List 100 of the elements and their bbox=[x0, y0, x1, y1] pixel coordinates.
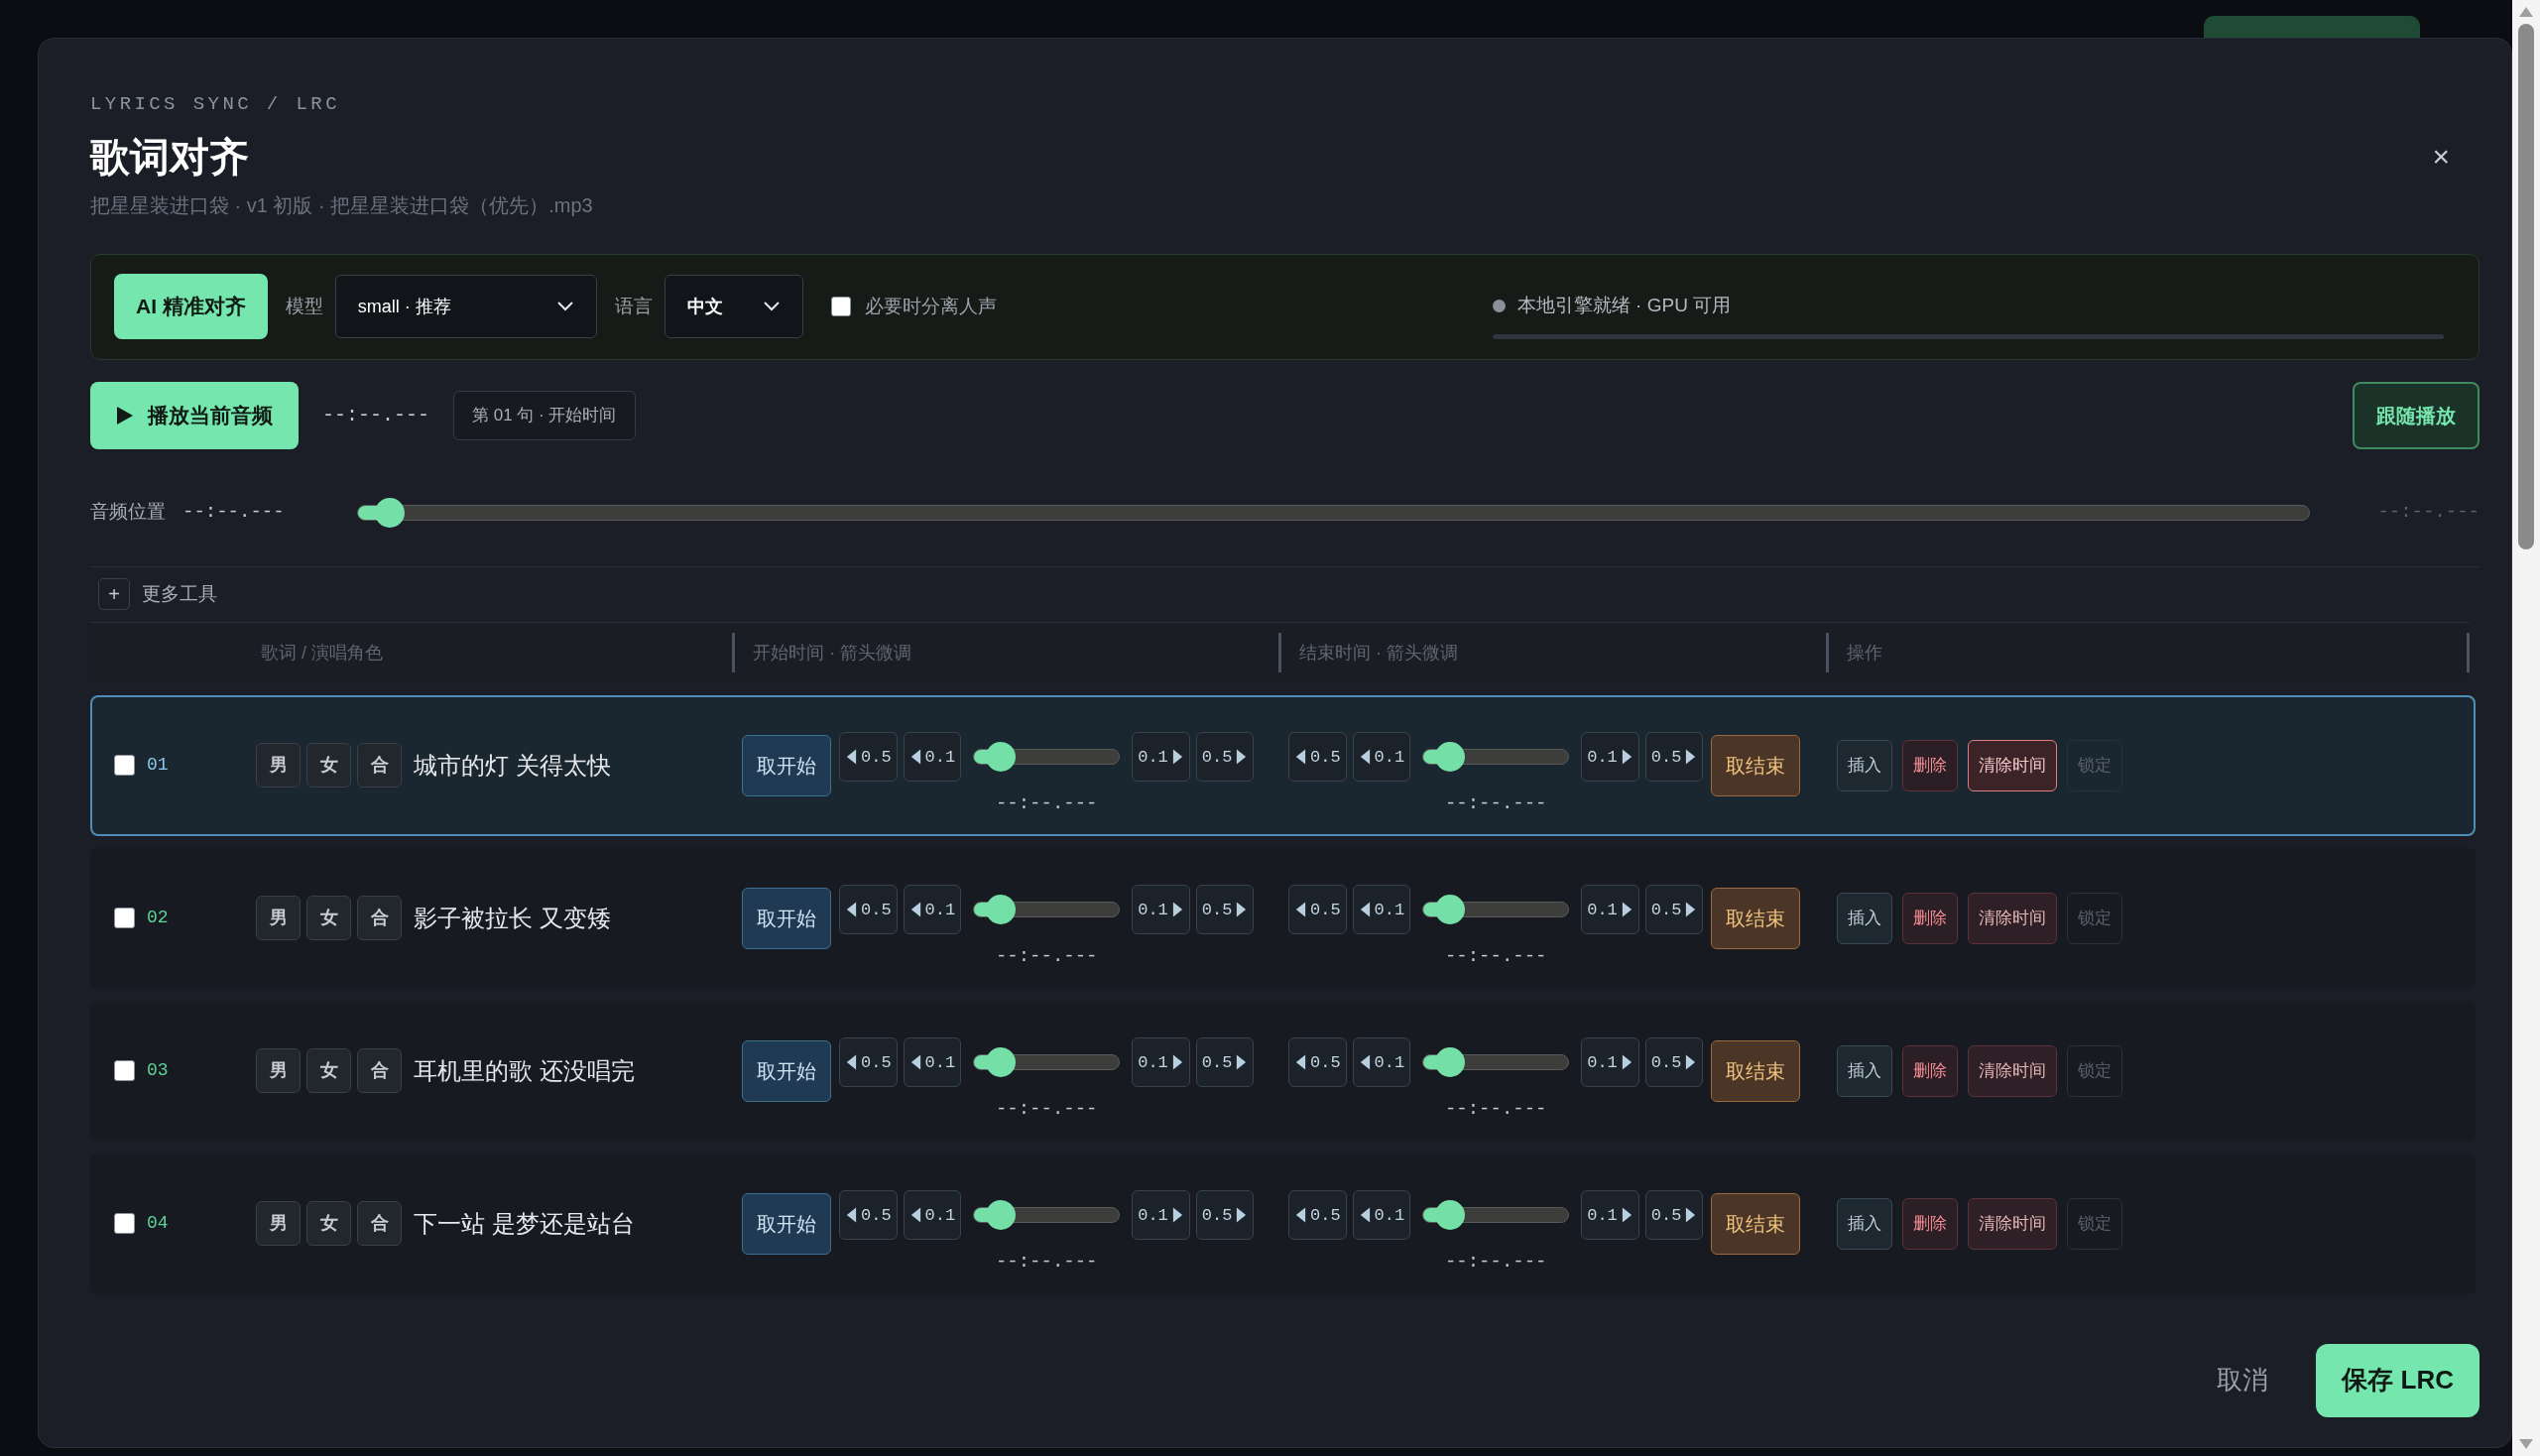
nudge-button[interactable]: 0.5 bbox=[1288, 885, 1347, 935]
clear-time-button[interactable]: 清除时间 bbox=[1968, 1044, 2057, 1097]
nudge-button[interactable]: 0.5 bbox=[1288, 1190, 1347, 1241]
nudge-button[interactable]: 0.1 bbox=[1581, 885, 1639, 935]
role-button[interactable]: 男 bbox=[256, 1201, 301, 1246]
take-start-button[interactable]: 取开始 bbox=[742, 734, 831, 796]
nudge-button[interactable]: 0.1 bbox=[903, 732, 962, 783]
role-button[interactable]: 合 bbox=[357, 1201, 402, 1246]
slider-thumb[interactable] bbox=[1435, 1200, 1465, 1231]
row-checkbox[interactable] bbox=[114, 1060, 135, 1081]
nudge-button[interactable]: 0.5 bbox=[1644, 1037, 1704, 1088]
clear-time-button[interactable]: 清除时间 bbox=[1968, 739, 2057, 791]
nudge-button[interactable]: 0.5 bbox=[839, 1190, 898, 1241]
nudge-button[interactable]: 0.1 bbox=[1352, 1190, 1411, 1241]
role-button[interactable]: 合 bbox=[357, 743, 402, 788]
clear-time-button[interactable]: 清除时间 bbox=[1968, 892, 2057, 944]
time-readout: --:--.--- bbox=[995, 944, 1098, 970]
nudge-button[interactable]: 0.1 bbox=[1352, 732, 1411, 783]
nudge-button[interactable]: 0.1 bbox=[903, 1190, 962, 1241]
nudge-button[interactable]: 0.1 bbox=[1352, 885, 1411, 935]
nudge-button[interactable]: 0.1 bbox=[1581, 732, 1639, 783]
row-checkbox[interactable] bbox=[114, 755, 135, 776]
nudge-button[interactable]: 0.1 bbox=[1581, 1190, 1639, 1241]
slider[interactable] bbox=[357, 497, 2311, 528]
nudge-button[interactable]: 0.1 bbox=[1132, 885, 1190, 935]
play-audio-button[interactable]: 播放当前音频 bbox=[90, 381, 299, 449]
slider[interactable] bbox=[1422, 1200, 1570, 1231]
insert-button[interactable]: 插入 bbox=[1837, 892, 1892, 944]
nudge-button[interactable]: 0.1 bbox=[1132, 1037, 1190, 1088]
nudge-button[interactable]: 0.5 bbox=[1195, 885, 1255, 935]
take-start-button[interactable]: 取开始 bbox=[742, 1039, 831, 1102]
slider-thumb[interactable] bbox=[1435, 895, 1465, 925]
slider-thumb[interactable] bbox=[986, 1047, 1016, 1078]
slider[interactable] bbox=[973, 1047, 1121, 1078]
slider[interactable] bbox=[1422, 895, 1570, 925]
nudge-button[interactable]: 0.5 bbox=[1195, 732, 1255, 783]
save-lrc-button[interactable]: 保存 LRC bbox=[2316, 1343, 2480, 1417]
nudge-button[interactable]: 0.5 bbox=[1195, 1037, 1255, 1088]
slider-thumb[interactable] bbox=[1435, 1047, 1465, 1078]
role-button[interactable]: 女 bbox=[306, 896, 351, 940]
take-start-button[interactable]: 取开始 bbox=[742, 887, 831, 949]
insert-button[interactable]: 插入 bbox=[1837, 739, 1892, 791]
nudge-button[interactable]: 0.5 bbox=[839, 1037, 898, 1088]
scrollbar-thumb[interactable] bbox=[2518, 24, 2534, 549]
role-button[interactable]: 合 bbox=[357, 896, 402, 940]
take-end-button[interactable]: 取结束 bbox=[1711, 887, 1801, 949]
slider[interactable] bbox=[1422, 742, 1570, 773]
nudge-button[interactable]: 0.5 bbox=[1644, 1190, 1704, 1241]
role-button[interactable]: 男 bbox=[256, 743, 301, 788]
slider[interactable] bbox=[1422, 1047, 1570, 1078]
insert-button[interactable]: 插入 bbox=[1837, 1044, 1892, 1097]
take-end-button[interactable]: 取结束 bbox=[1711, 1039, 1801, 1102]
close-button[interactable]: × bbox=[2432, 142, 2450, 172]
nudge-button[interactable]: 0.1 bbox=[1132, 1190, 1190, 1241]
nudge-button[interactable]: 0.1 bbox=[903, 885, 962, 935]
nudge-button[interactable]: 0.5 bbox=[1644, 732, 1704, 783]
role-button[interactable]: 男 bbox=[256, 896, 301, 940]
slider[interactable] bbox=[973, 895, 1121, 925]
role-button[interactable]: 男 bbox=[256, 1048, 301, 1093]
time-readout: --:--.--- bbox=[995, 1250, 1098, 1275]
nudge-button[interactable]: 0.5 bbox=[1288, 732, 1347, 783]
slider[interactable] bbox=[973, 1200, 1121, 1231]
slider[interactable] bbox=[973, 742, 1121, 773]
slider-thumb[interactable] bbox=[986, 895, 1016, 925]
more-tools-icon[interactable]: + bbox=[98, 578, 130, 610]
slider-thumb[interactable] bbox=[374, 497, 405, 528]
slider-thumb[interactable] bbox=[1435, 742, 1465, 773]
nudge-button[interactable]: 0.1 bbox=[1132, 732, 1190, 783]
take-end-button[interactable]: 取结束 bbox=[1711, 734, 1801, 796]
role-button[interactable]: 女 bbox=[306, 1048, 351, 1093]
take-start-button[interactable]: 取开始 bbox=[742, 1192, 831, 1255]
nudge-button[interactable]: 0.5 bbox=[1288, 1037, 1347, 1088]
nudge-button[interactable]: 0.1 bbox=[1581, 1037, 1639, 1088]
role-button[interactable]: 女 bbox=[306, 1201, 351, 1246]
ai-align-button[interactable]: AI 精准对齐 bbox=[114, 274, 268, 339]
row-checkbox[interactable] bbox=[114, 908, 135, 928]
nudge-button[interactable]: 0.1 bbox=[1352, 1037, 1411, 1088]
role-button[interactable]: 女 bbox=[306, 743, 351, 788]
nudge-button[interactable]: 0.5 bbox=[839, 885, 898, 935]
nudge-button[interactable]: 0.1 bbox=[903, 1037, 962, 1088]
slider-thumb[interactable] bbox=[986, 1200, 1016, 1231]
clear-time-button[interactable]: 清除时间 bbox=[1968, 1197, 2057, 1250]
model-select[interactable]: small · 推荐 bbox=[334, 275, 597, 338]
row-checkbox[interactable] bbox=[114, 1213, 135, 1234]
take-end-button[interactable]: 取结束 bbox=[1711, 1192, 1801, 1255]
insert-button[interactable]: 插入 bbox=[1837, 1197, 1892, 1250]
nudge-button[interactable]: 0.5 bbox=[1195, 1190, 1255, 1241]
language-select[interactable]: 中文 bbox=[664, 275, 803, 338]
role-button[interactable]: 合 bbox=[357, 1048, 402, 1093]
vocals-checkbox[interactable] bbox=[830, 297, 851, 316]
cancel-button[interactable]: 取消 bbox=[2217, 1361, 2269, 1400]
delete-button[interactable]: 删除 bbox=[1902, 892, 1958, 944]
slider-thumb[interactable] bbox=[986, 742, 1016, 773]
follow-playback-button[interactable]: 跟随播放 bbox=[2353, 381, 2480, 449]
delete-button[interactable]: 删除 bbox=[1902, 1044, 1958, 1097]
nudge-button[interactable]: 0.5 bbox=[1644, 885, 1704, 935]
delete-button[interactable]: 删除 bbox=[1902, 739, 1958, 791]
delete-button[interactable]: 删除 bbox=[1902, 1197, 1958, 1250]
nudge-button[interactable]: 0.5 bbox=[839, 732, 898, 783]
scrollbar[interactable] bbox=[2512, 0, 2540, 1456]
